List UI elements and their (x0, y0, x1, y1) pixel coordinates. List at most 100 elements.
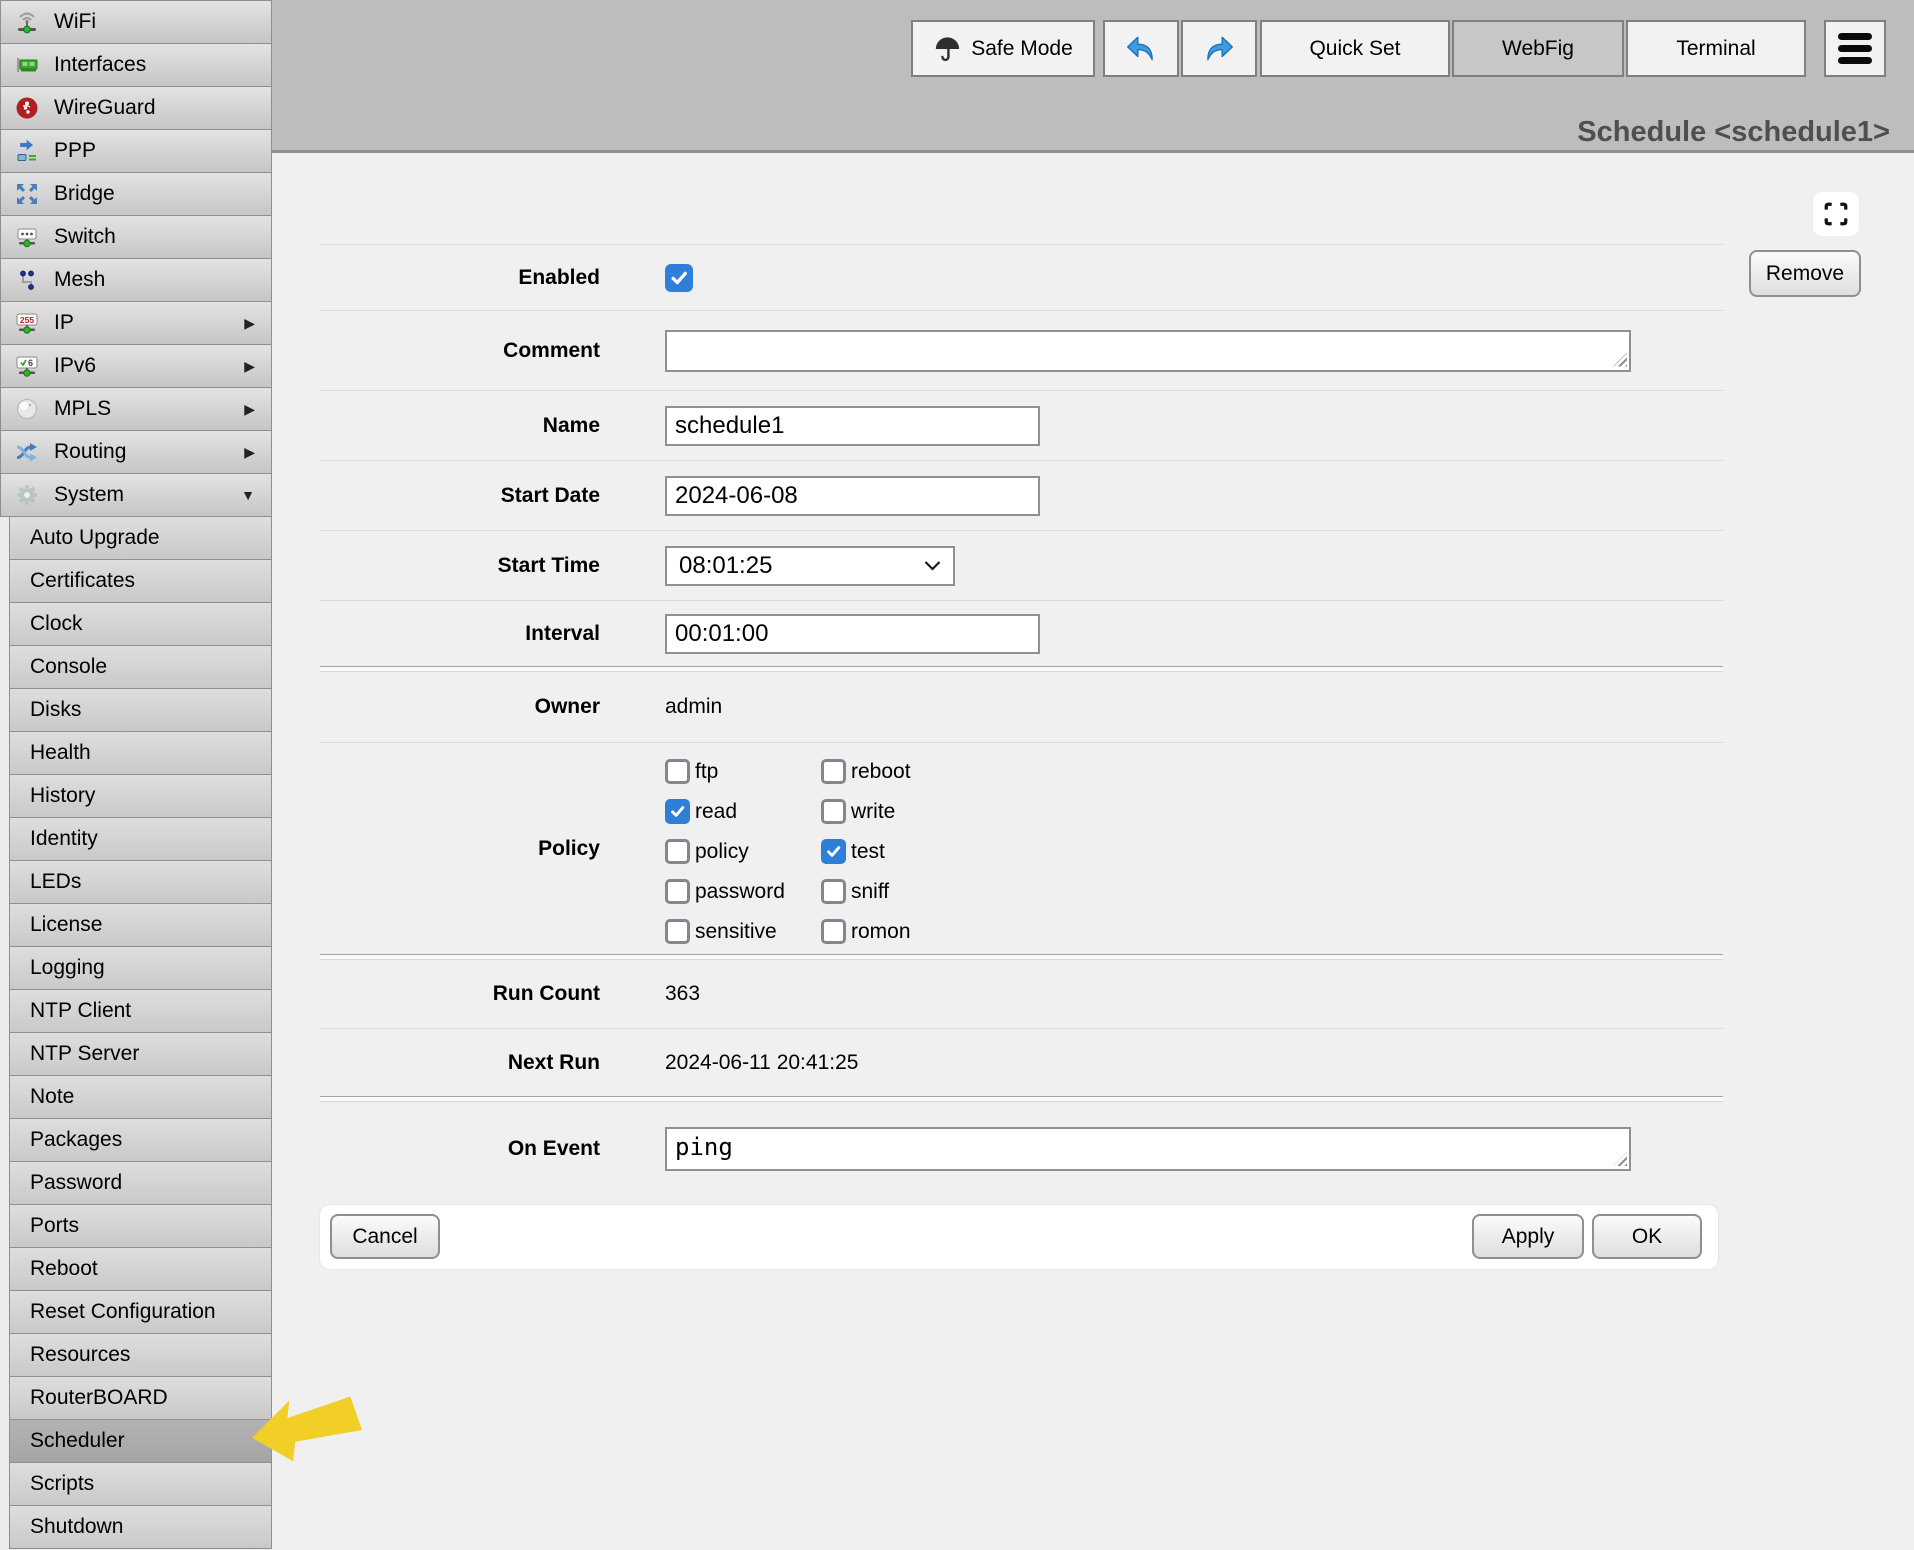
sidebar-item-leds[interactable]: LEDs (9, 860, 272, 904)
ok-button[interactable]: OK (1592, 1214, 1702, 1259)
redo-button[interactable] (1181, 20, 1257, 77)
policy-checkbox-read[interactable] (665, 799, 690, 824)
comment-input[interactable] (665, 330, 1631, 372)
sidebar-item-label: WiFi (54, 10, 96, 34)
policy-checkbox-romon[interactable] (821, 919, 846, 944)
cancel-button[interactable]: Cancel (330, 1214, 440, 1259)
policy-checkbox-sensitive[interactable] (665, 919, 690, 944)
main-content: Remove Enabled Comment Name Start Date (272, 153, 1914, 1550)
policy-checkbox-sniff[interactable] (821, 879, 846, 904)
sidebar-item-reboot[interactable]: Reboot (9, 1247, 272, 1291)
chevron-down-icon (924, 560, 941, 571)
undo-button[interactable] (1103, 20, 1179, 77)
policy-checkbox-reboot[interactable] (821, 759, 846, 784)
policy-option-reboot: reboot (821, 759, 911, 784)
start-date-input[interactable] (665, 476, 1040, 516)
safe-mode-button[interactable]: Safe Mode (911, 20, 1095, 77)
sidebar-item-label: Shutdown (30, 1515, 123, 1539)
sidebar-item-routing[interactable]: Routing ▶ (0, 430, 272, 474)
sidebar-item-ppp[interactable]: PPP (0, 129, 272, 173)
sidebar-item-disks[interactable]: Disks (9, 688, 272, 732)
sidebar-item-reset-configuration[interactable]: Reset Configuration (9, 1290, 272, 1334)
policy-option-romon: romon (821, 919, 911, 944)
policy-checkbox-password[interactable] (665, 879, 690, 904)
policy-checkbox-policy[interactable] (665, 839, 690, 864)
sidebar-item-logging[interactable]: Logging (9, 946, 272, 990)
name-input[interactable] (665, 406, 1040, 446)
sidebar-item-label: NTP Server (30, 1042, 139, 1066)
remove-button[interactable]: Remove (1749, 250, 1861, 297)
sidebar-item-auto-upgrade[interactable]: Auto Upgrade (9, 516, 272, 560)
interval-input[interactable] (665, 614, 1040, 654)
sidebar-item-wifi[interactable]: WiFi (0, 0, 272, 44)
sidebar-item-mpls[interactable]: MPLS▶ (0, 387, 272, 431)
on-event-input[interactable]: ping (665, 1127, 1631, 1171)
owner-row: Owner admin (320, 672, 1723, 742)
start-time-select[interactable]: 08:01:25 (665, 546, 955, 586)
sidebar-item-packages[interactable]: Packages (9, 1118, 272, 1162)
sidebar-item-scripts[interactable]: Scripts (9, 1462, 272, 1506)
sidebar-system-submenu: Auto Upgrade Certificates ClockConsoleDisk… (0, 516, 272, 1549)
sidebar-item-ntp-client[interactable]: NTP Client (9, 989, 272, 1033)
policy-checkbox-write[interactable] (821, 799, 846, 824)
chevron-right-icon: ▶ (244, 444, 255, 461)
start-time-label: Start Time (320, 554, 600, 578)
terminal-tab[interactable]: Terminal (1626, 20, 1806, 77)
sidebar-item-scheduler[interactable]: Scheduler (9, 1419, 272, 1463)
policy-options: ftprebootreadwritepolicytestpasswordsnif… (665, 746, 911, 952)
sidebar-item-health[interactable]: Health (9, 731, 272, 775)
sidebar-item-label: History (30, 784, 95, 808)
sidebar-item-password[interactable]: Password (9, 1161, 272, 1205)
next-run-row: Next Run 2024-06-11 20:41:25 (320, 1028, 1723, 1096)
sidebar-item-license[interactable]: License (9, 903, 272, 947)
comment-label: Comment (320, 339, 600, 363)
policy-option-label: sensitive (695, 920, 777, 944)
next-run-label: Next Run (320, 1051, 600, 1075)
sidebar-item-label: Certificates (30, 569, 135, 593)
policy-option-label: romon (851, 920, 911, 944)
enabled-row: Enabled (320, 244, 1723, 310)
sidebar-item-certificates[interactable]: Certificates (9, 559, 272, 603)
sidebar-item-label: Routing (54, 440, 126, 464)
comment-row: Comment (320, 310, 1723, 390)
sidebar-item-ip[interactable]: 255IP▶ (0, 301, 272, 345)
sidebar-item-resources[interactable]: Resources (9, 1333, 272, 1377)
sidebar-item-switch[interactable]: Switch (0, 215, 272, 259)
sidebar-item-mesh[interactable]: Mesh (0, 258, 272, 302)
sidebar-item-clock[interactable]: Clock (9, 602, 272, 646)
fullscreen-button[interactable] (1813, 192, 1859, 236)
sidebar-item-history[interactable]: History (9, 774, 272, 818)
sidebar-item-shutdown[interactable]: Shutdown (9, 1505, 272, 1549)
on-event-label: On Event (320, 1137, 600, 1161)
sidebar-item-ipv6[interactable]: 6IPv6▶ (0, 344, 272, 388)
hamburger-menu-button[interactable] (1824, 20, 1886, 77)
sidebar-item-bridge[interactable]: Bridge (0, 172, 272, 216)
sidebar-item-wireguard[interactable]: WireGuard (0, 86, 272, 130)
apply-button[interactable]: Apply (1472, 1214, 1584, 1259)
sidebar-item-system[interactable]: System▼ (0, 473, 272, 517)
svg-text:6: 6 (28, 358, 33, 368)
policy-option-read: read (665, 799, 821, 824)
policy-checkbox-ftp[interactable] (665, 759, 690, 784)
sidebar-item-identity[interactable]: Identity (9, 817, 272, 861)
sidebar-item-note[interactable]: Note (9, 1075, 272, 1119)
quick-set-button[interactable]: Quick Set (1260, 20, 1450, 77)
on-event-row: On Event ping (320, 1102, 1723, 1196)
policy-option-label: reboot (851, 760, 911, 784)
enabled-checkbox[interactable] (665, 264, 693, 292)
sidebar-item-routerboard[interactable]: RouterBOARD (9, 1376, 272, 1420)
action-bar: Cancel Apply OK (320, 1205, 1718, 1269)
owner-value: admin (665, 695, 722, 719)
policy-checkbox-test[interactable] (821, 839, 846, 864)
policy-option-sensitive: sensitive (665, 919, 821, 944)
sidebar-item-console[interactable]: Console (9, 645, 272, 689)
sidebar-item-label: Scripts (30, 1472, 94, 1496)
policy-option-label: read (695, 800, 737, 824)
ppp-icon (13, 137, 41, 165)
sidebar-item-label: Bridge (54, 182, 115, 206)
policy-option-label: ftp (695, 760, 718, 784)
webfig-tab[interactable]: WebFig (1452, 20, 1624, 77)
sidebar-item-interfaces[interactable]: Interfaces (0, 43, 272, 87)
sidebar-item-ntp-server[interactable]: NTP Server (9, 1032, 272, 1076)
sidebar-item-ports[interactable]: Ports (9, 1204, 272, 1248)
